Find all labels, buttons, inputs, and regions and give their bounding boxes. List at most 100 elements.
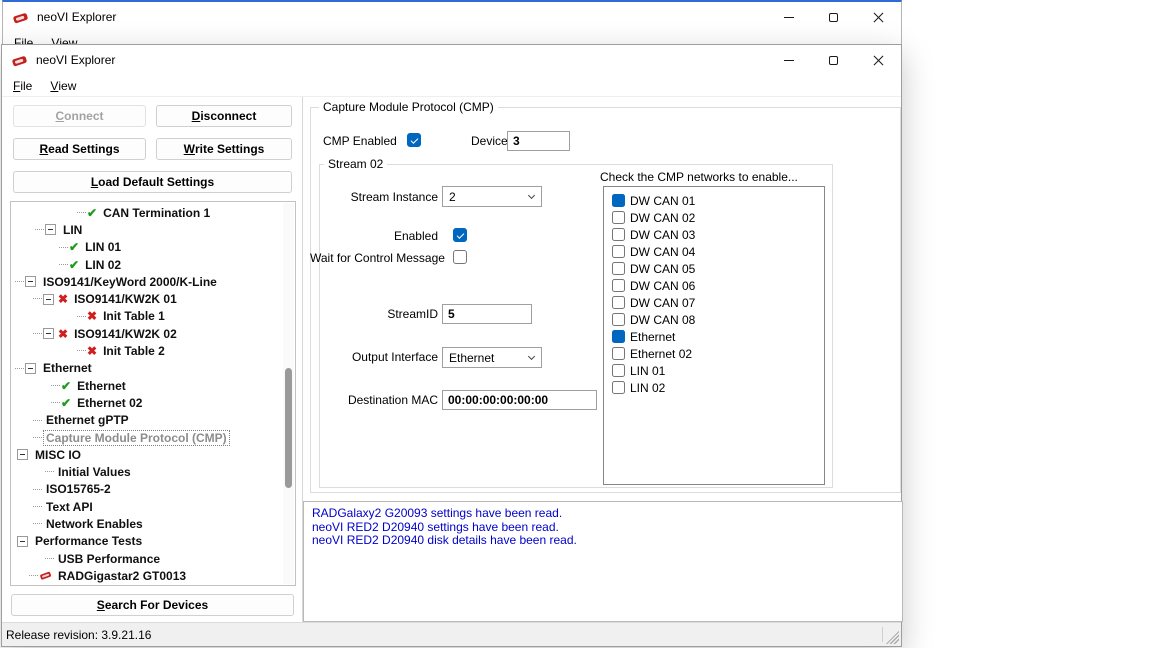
- tree-item-label[interactable]: USB Performance: [55, 551, 163, 567]
- network-item[interactable]: LIN 01: [612, 362, 824, 379]
- network-item[interactable]: DW CAN 06: [612, 277, 824, 294]
- minimize-button[interactable]: [766, 2, 811, 32]
- tree-item[interactable]: USB Performance: [11, 550, 295, 567]
- network-checkbox[interactable]: [612, 347, 625, 360]
- tree-item-label[interactable]: LIN 01: [82, 239, 124, 255]
- network-item[interactable]: DW CAN 07: [612, 294, 824, 311]
- cmp-enabled-checkbox[interactable]: [407, 133, 421, 147]
- tree-item[interactable]: ✖Init Table 1: [11, 308, 295, 325]
- tree-item-label[interactable]: Performance Tests: [32, 533, 145, 549]
- tree-item-label[interactable]: Ethernet: [74, 378, 129, 394]
- output-interface-select[interactable]: Ethernet: [442, 347, 542, 368]
- tree-item[interactable]: Text API: [11, 498, 295, 515]
- tree-item[interactable]: ✔LIN 02: [11, 256, 295, 273]
- tree-item-label[interactable]: Ethernet gPTP: [43, 412, 132, 428]
- tree-item-label[interactable]: LIN: [60, 222, 85, 238]
- network-checkbox[interactable]: [612, 194, 625, 207]
- tree-item[interactable]: Ethernet gPTP: [11, 412, 295, 429]
- title-bar[interactable]: neoVI Explorer: [2, 45, 901, 75]
- collapse-expander-icon[interactable]: [43, 328, 54, 339]
- close-button[interactable]: [856, 45, 901, 75]
- network-item[interactable]: LIN 02: [612, 379, 824, 396]
- collapse-expander-icon[interactable]: [45, 224, 56, 235]
- stream-id-input[interactable]: 5: [442, 304, 532, 324]
- tree-item[interactable]: Initial Values: [11, 463, 295, 480]
- tree-item-label[interactable]: Initial Values: [55, 464, 134, 480]
- destination-mac-input[interactable]: 00:00:00:00:00:00: [442, 390, 597, 410]
- tree-item[interactable]: Network Enables: [11, 515, 295, 532]
- network-item[interactable]: DW CAN 01: [612, 192, 824, 209]
- tree-item-label[interactable]: ISO9141/KW2K 01: [71, 291, 180, 307]
- tree-item[interactable]: ✖Init Table 2: [11, 342, 295, 359]
- network-item[interactable]: DW CAN 03: [612, 226, 824, 243]
- tree-item[interactable]: ISO9141/KeyWord 2000/K-Line: [11, 273, 295, 290]
- tree-item[interactable]: Capture Module Protocol (CMP): [11, 429, 295, 446]
- tree-item-label[interactable]: Init Table 1: [100, 308, 168, 324]
- network-item[interactable]: DW CAN 08: [612, 311, 824, 328]
- stream-instance-select[interactable]: 2: [442, 186, 542, 207]
- tree-item-label[interactable]: Text API: [43, 499, 96, 515]
- tree-item-label[interactable]: Init Table 2: [100, 343, 168, 359]
- network-checkbox[interactable]: [612, 296, 625, 309]
- tree-item-label[interactable]: MISC IO: [32, 447, 84, 463]
- title-bar[interactable]: neoVI Explorer: [3, 2, 901, 32]
- tree-item-label[interactable]: Ethernet 02: [74, 395, 145, 411]
- resize-grip[interactable]: [885, 630, 899, 644]
- tree-item[interactable]: Performance Tests: [11, 533, 295, 550]
- network-item[interactable]: Ethernet: [612, 328, 824, 345]
- tree-scrollbar[interactable]: [283, 203, 294, 584]
- tree-item-label[interactable]: Ethernet: [40, 360, 95, 376]
- tree-item[interactable]: ✔Ethernet 02: [11, 394, 295, 411]
- tree-item-label[interactable]: ISO15765-2: [43, 481, 114, 497]
- network-checkbox[interactable]: [612, 228, 625, 241]
- menu-view[interactable]: View: [41, 75, 85, 96]
- network-item[interactable]: DW CAN 02: [612, 209, 824, 226]
- tree-item[interactable]: ✔LIN 01: [11, 239, 295, 256]
- tree-item[interactable]: ✔CAN Termination 1: [11, 204, 295, 221]
- collapse-expander-icon[interactable]: [17, 449, 28, 460]
- read-settings-button[interactable]: Read Settings: [13, 138, 146, 160]
- tree-item-label[interactable]: LIN 02: [82, 257, 124, 273]
- collapse-expander-icon[interactable]: [17, 536, 28, 547]
- device-id-input[interactable]: 3: [507, 131, 570, 151]
- tree-item[interactable]: ✔Ethernet: [11, 377, 295, 394]
- maximize-button[interactable]: [811, 45, 856, 75]
- tree-item-label[interactable]: CAN Termination 1: [100, 205, 213, 221]
- tree-item[interactable]: MISC IO: [11, 446, 295, 463]
- tree-item[interactable]: ISO15765-2: [11, 481, 295, 498]
- network-item[interactable]: DW CAN 04: [612, 243, 824, 260]
- connect-button[interactable]: Connect: [13, 105, 146, 127]
- network-checkbox[interactable]: [612, 279, 625, 292]
- tree-item[interactable]: ✖ISO9141/KW2K 02: [11, 325, 295, 342]
- collapse-expander-icon[interactable]: [25, 363, 36, 374]
- tree-item[interactable]: RADGigastar2 GT0013: [11, 567, 295, 584]
- collapse-expander-icon[interactable]: [43, 294, 54, 305]
- menu-file[interactable]: File: [4, 75, 41, 96]
- scrollbar-thumb[interactable]: [285, 368, 292, 488]
- close-button[interactable]: [856, 2, 901, 32]
- tree-item-label[interactable]: Capture Module Protocol (CMP): [43, 430, 230, 446]
- network-item[interactable]: Ethernet 02: [612, 345, 824, 362]
- minimize-button[interactable]: [766, 45, 811, 75]
- disconnect-button[interactable]: Disconnect: [156, 105, 292, 127]
- network-checkbox[interactable]: [612, 364, 625, 377]
- tree-item[interactable]: LIN: [11, 221, 295, 238]
- network-checkbox[interactable]: [612, 245, 625, 258]
- network-checkbox[interactable]: [612, 381, 625, 394]
- tree-item-label[interactable]: RADGigastar2 GT0013: [55, 568, 189, 584]
- tree-item-label[interactable]: ISO9141/KeyWord 2000/K-Line: [40, 274, 220, 290]
- load-default-settings-button[interactable]: Load Default Settings: [13, 171, 292, 193]
- write-settings-button[interactable]: Write Settings: [156, 138, 292, 160]
- maximize-button[interactable]: [811, 2, 856, 32]
- tree-item[interactable]: Ethernet: [11, 360, 295, 377]
- enabled-checkbox[interactable]: [453, 228, 467, 242]
- tree-item-label[interactable]: Network Enables: [43, 516, 146, 532]
- tree-item-label[interactable]: ISO9141/KW2K 02: [71, 326, 180, 342]
- search-for-devices-button[interactable]: Search For Devices: [11, 594, 294, 616]
- network-checkbox[interactable]: [612, 330, 625, 343]
- tree-item[interactable]: ✖ISO9141/KW2K 01: [11, 290, 295, 307]
- wait-for-control-message-checkbox[interactable]: [453, 250, 467, 264]
- network-checkbox[interactable]: [612, 313, 625, 326]
- network-checkbox[interactable]: [612, 211, 625, 224]
- collapse-expander-icon[interactable]: [25, 276, 36, 287]
